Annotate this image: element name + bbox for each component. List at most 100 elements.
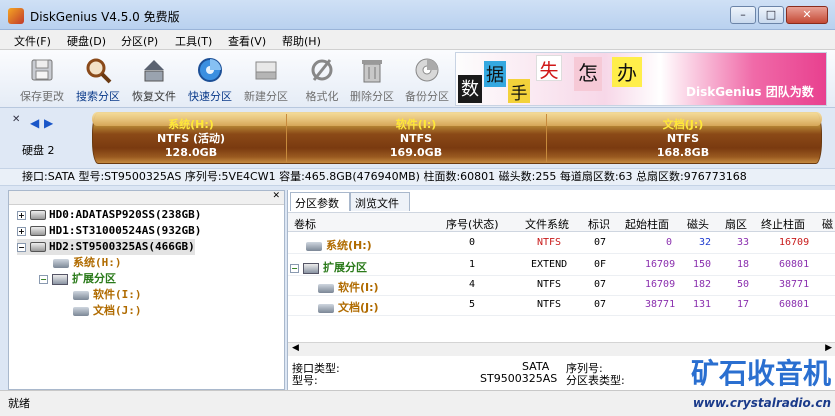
cell-head: 131 — [693, 299, 712, 310]
extended-partition-icon — [303, 262, 319, 274]
cell-head: 150 — [693, 259, 712, 270]
segment-name: 文档(J:) — [662, 118, 704, 131]
menu-view[interactable]: 查看(V) — [228, 33, 266, 49]
col-header[interactable]: 卷标 — [294, 216, 316, 232]
cell-fs: NTFS — [537, 279, 562, 290]
segment-fs: NTFS — [399, 132, 433, 145]
search-partition-button[interactable]: 搜索分区 — [70, 52, 126, 106]
menu-partition[interactable]: 分区(P) — [121, 33, 158, 49]
model-label: 型号: — [292, 374, 318, 387]
collapse-icon[interactable]: − — [39, 274, 48, 284]
backup-partition-button[interactable]: 备份分区 — [399, 52, 455, 106]
menu-disk[interactable]: 硬盘(D) — [67, 33, 106, 49]
table-header: 卷标 序号(状态) 文件系统 标识 起始柱面 磁头 扇区 终止柱面 磁 — [288, 212, 835, 232]
cell-id: 07 — [594, 279, 607, 290]
quick-partition-icon — [198, 58, 222, 82]
col-header[interactable]: 磁 — [822, 216, 833, 232]
search-partition-label: 搜索分区 — [76, 90, 120, 103]
tree-extended-partition[interactable]: − 扩展分区 — [39, 271, 116, 287]
quick-partition-label: 快速分区 — [188, 90, 232, 103]
col-header[interactable]: 文件系统 — [525, 216, 569, 232]
tab-partition-params[interactable]: 分区参数 — [290, 192, 350, 211]
table-row[interactable]: 系统(H:) 0 NTFS 07 0 32 33 16709 — [288, 234, 835, 254]
collapse-icon[interactable]: − — [17, 242, 26, 252]
menu-bar: 文件(F) 硬盘(D) 分区(P) 工具(T) 查看(V) 帮助(H) — [0, 30, 835, 50]
cell-id: 0F — [594, 259, 607, 270]
row-label: 系统(H:) — [306, 237, 372, 253]
col-header[interactable]: 序号(状态) — [446, 216, 499, 232]
save-icon — [31, 59, 53, 81]
col-header[interactable]: 起始柱面 — [625, 216, 669, 232]
close-button[interactable]: ✕ — [786, 6, 828, 24]
table-row[interactable]: 软件(I:) 4 NTFS 07 16709 182 50 38771 — [288, 276, 835, 296]
table-row[interactable]: − 扩展分区 1 EXTEND 0F 16709 150 18 60801 — [288, 256, 835, 276]
cell-id: 07 — [594, 299, 607, 310]
segment-size: 128.0GB — [164, 146, 218, 159]
save-changes-button[interactable]: 保存更改 — [14, 52, 70, 106]
partition-segment-documents[interactable]: 文档(J:) NTFS 168.8GB — [548, 118, 818, 160]
cell-start-cyl: 16709 — [645, 259, 676, 270]
banner-char: 办 — [612, 57, 642, 87]
disk-info-bar: 接口:SATA 型号:ST9500325AS 序列号:5VE4CW1 容量:46… — [0, 168, 835, 186]
menu-tools[interactable]: 工具(T) — [175, 33, 212, 49]
close-panel-icon[interactable]: ✕ — [272, 191, 280, 201]
segment-size: 168.8GB — [656, 146, 710, 159]
partition-icon — [53, 258, 69, 268]
cell-head: 32 — [699, 237, 712, 248]
tree-label: HD2:ST9500325AS(466GB) — [49, 240, 195, 253]
new-partition-button[interactable]: 新建分区 — [238, 52, 294, 106]
segment-divider — [546, 114, 547, 162]
disk-tree-panel: ✕ + HD0:ADATASP920SS(238GB) + HD1:ST310005… — [8, 190, 285, 390]
cell-sector: 33 — [737, 237, 750, 248]
menu-help[interactable]: 帮助(H) — [282, 33, 321, 49]
row-label-text: 软件(I:) — [338, 281, 379, 294]
tree-partition-documents[interactable]: 文档(J:) — [73, 303, 142, 319]
delete-partition-icon — [362, 60, 382, 83]
collapse-icon[interactable]: ✕ — [12, 114, 20, 125]
expand-icon[interactable]: + — [17, 226, 26, 236]
cell-start-cyl: 0 — [666, 237, 673, 248]
col-header[interactable]: 扇区 — [725, 216, 747, 232]
format-icon — [311, 59, 333, 81]
next-disk-icon[interactable]: ▶ — [44, 116, 53, 130]
partition-segment-system[interactable]: 系统(H:) NTFS (活动) 128.0GB — [98, 118, 284, 160]
segment-name: 系统(H:) — [168, 118, 214, 131]
scroll-left-icon[interactable]: ◀ — [292, 343, 299, 353]
maximize-button[interactable]: □ — [758, 6, 784, 24]
segment-fs: NTFS (活动) — [156, 132, 226, 145]
recover-files-button[interactable]: 恢复文件 — [126, 52, 182, 106]
tree-disk-hd0[interactable]: + HD0:ADATASP920SS(238GB) — [17, 207, 201, 223]
extended-partition-icon — [52, 273, 68, 285]
tree-disk-hd1[interactable]: + HD1:ST31000524AS(932GB) — [17, 223, 201, 239]
format-button[interactable]: 格式化 — [294, 52, 350, 106]
partition-segment-software[interactable]: 软件(I:) NTFS 169.0GB — [288, 118, 544, 160]
tree-label: 扩展分区 — [72, 272, 116, 285]
cell-sector: 17 — [737, 299, 750, 310]
col-header[interactable]: 标识 — [588, 216, 610, 232]
banner-char: 数 — [458, 75, 482, 103]
new-partition-label: 新建分区 — [244, 90, 288, 103]
tree-disk-hd2[interactable]: − HD2:ST9500325AS(466GB) — [17, 239, 195, 255]
expand-icon[interactable]: + — [17, 210, 26, 220]
delete-partition-button[interactable]: 删除分区 — [344, 52, 400, 106]
partition-icon — [73, 290, 89, 300]
collapse-icon[interactable]: − — [290, 263, 299, 273]
ad-banner[interactable]: 数 据 手 失 怎 办 DiskGenius 团队为数 — [455, 52, 827, 106]
minimize-button[interactable]: – — [730, 6, 756, 24]
cell-head: 182 — [693, 279, 712, 290]
tab-browse-files[interactable]: 浏览文件 — [350, 192, 410, 211]
model-value: ST9500325AS — [480, 372, 558, 385]
table-row[interactable]: 文档(J:) 5 NTFS 07 38771 131 17 60801 — [288, 296, 835, 316]
disk-map-area: ✕ ◀ ▶ 硬盘 2 系统(H:) NTFS (活动) 128.0GB 软件(I… — [0, 108, 835, 168]
banner-char: 手 — [508, 79, 530, 104]
segment-name: 软件(I:) — [395, 118, 437, 131]
quick-partition-button[interactable]: 快速分区 — [182, 52, 238, 106]
col-header[interactable]: 终止柱面 — [761, 216, 805, 232]
col-header[interactable]: 磁头 — [687, 216, 709, 232]
tree-partition-software[interactable]: 软件(I:) — [73, 287, 142, 303]
tree-partition-system[interactable]: 系统(H:) — [53, 255, 122, 271]
cell-end-cyl: 60801 — [779, 259, 810, 270]
menu-file[interactable]: 文件(F) — [14, 33, 51, 49]
prev-disk-icon[interactable]: ◀ — [30, 116, 39, 130]
cell-sector: 50 — [737, 279, 750, 290]
